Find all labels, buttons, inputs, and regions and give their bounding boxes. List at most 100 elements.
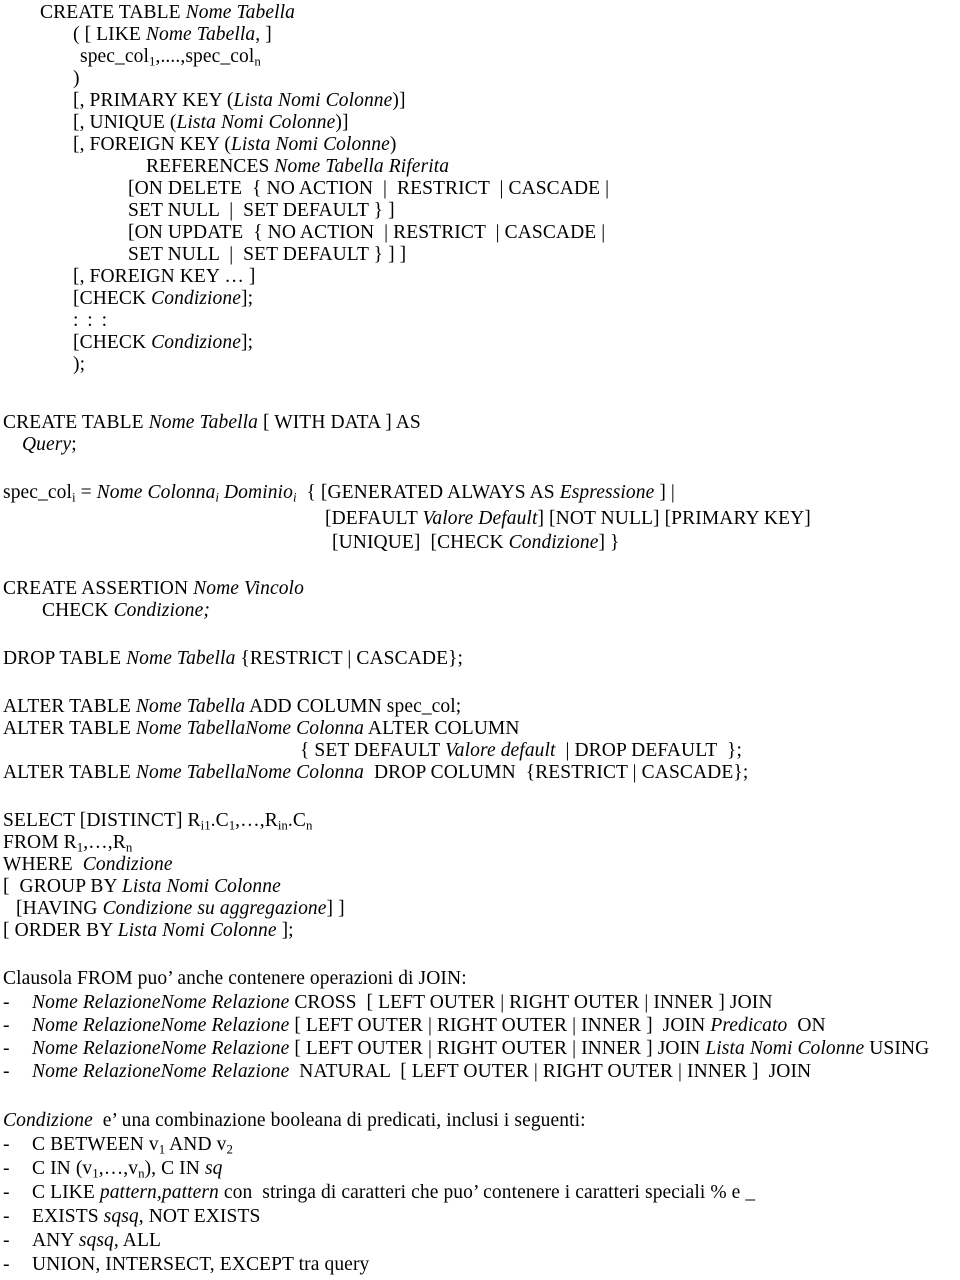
metavariable: Nome Relazione	[32, 1061, 161, 1082]
syntax-line-spec-col-2: [UNIQUE] [CHECK Condizione] }	[332, 532, 620, 555]
syntax-line-create-table-7: REFERENCES Nome Tabella Riferita	[146, 156, 449, 179]
syntax-keyword: WHERE	[3, 854, 83, 875]
syntax-keyword: =	[75, 482, 97, 503]
syntax-line-select-5: [ ORDER BY Lista Nomi Colonne ];	[3, 920, 294, 943]
intro-text: Clausola FROM puo’ anche contenere opera…	[3, 968, 467, 989]
syntax-keyword: ADD COLUMN spec_col;	[245, 696, 462, 717]
syntax-keyword: ];	[241, 288, 254, 309]
syntax-line-spec-col-0: spec_coli = Nome Colonnai Dominioi { [GE…	[3, 482, 675, 509]
syntax-keyword: [, PRIMARY KEY (	[73, 90, 234, 111]
metavariable: Valore default	[444, 740, 556, 761]
metavariable: Nome Relazione	[160, 1061, 290, 1082]
syntax-keyword: CROSS [ LEFT OUTER | RIGHT OUTER | INNER…	[289, 992, 778, 1013]
list-bullet-joins-1: -	[3, 1015, 10, 1036]
metavariable: Nome Tabella Riferita	[274, 156, 450, 177]
intro-text: e’ una combinazione booleana di predicat…	[92, 1110, 586, 1131]
section-intro-joins: Clausola FROM puo’ anche contenere opera…	[3, 968, 467, 991]
syntax-keyword: [UNIQUE] [CHECK	[332, 532, 509, 553]
list-bullet-condizione-2: -	[3, 1182, 10, 1203]
syntax-keyword: )	[73, 68, 80, 89]
metavariable: Condizione	[151, 332, 242, 353]
syntax-line-create-table-as-0: CREATE TABLE Nome Tabella [ WITH DATA ] …	[3, 412, 421, 435]
metavariable: Nome Tabella	[185, 2, 296, 23]
syntax-keyword: spec_col	[80, 46, 150, 67]
syntax-keyword: .C	[287, 810, 306, 831]
metavariable: Dominio	[219, 482, 293, 503]
syntax-keyword: ON	[787, 1015, 831, 1036]
document-page: CREATE TABLE Nome Tabella( [ LIKE Nome T…	[0, 0, 960, 1280]
syntax-keyword: .C	[210, 810, 229, 831]
syntax-keyword: C IN (v	[32, 1158, 93, 1179]
syntax-keyword: ALTER TABLE	[3, 696, 136, 717]
syntax-keyword: C LIKE	[32, 1182, 100, 1203]
syntax-keyword: { SET DEFAULT	[300, 740, 445, 761]
syntax-keyword: ,…,v	[98, 1158, 139, 1179]
syntax-keyword: [CHECK	[73, 288, 152, 309]
syntax-keyword: [, UNIQUE (	[73, 112, 177, 133]
syntax-keyword: NATURAL [ LEFT OUTER | RIGHT OUTER | INN…	[289, 1061, 817, 1082]
subscript: i1	[200, 818, 211, 833]
metavariable: Nome Relazione	[160, 1038, 290, 1059]
list-bullet-condizione-4: -	[3, 1230, 10, 1251]
syntax-line-alter-table-3: ALTER TABLE Nome TabellaNome Colonna DRO…	[3, 762, 748, 785]
metavariable: Condizione	[508, 532, 599, 553]
syntax-keyword: [ LEFT OUTER | RIGHT OUTER | INNER ] JOI…	[289, 1038, 706, 1059]
metavariable: Nome Tabella	[135, 762, 246, 783]
syntax-keyword: ALTER TABLE	[3, 718, 136, 739]
syntax-keyword: ,…,R	[235, 810, 278, 831]
metavariable: Nome Colonna	[96, 482, 216, 503]
syntax-keyword: )	[389, 134, 397, 155]
metavariable: sq	[78, 1230, 97, 1251]
metavariable: Nome Relazione	[160, 992, 290, 1013]
metavariable: Nome Relazione	[32, 1015, 161, 1036]
syntax-keyword: ;	[71, 434, 77, 455]
syntax-keyword: [, FOREIGN KEY (	[73, 134, 231, 155]
list-item-joins-3: Nome RelazioneNome Relazione NATURAL [ L…	[32, 1061, 816, 1084]
list-bullet-joins-0: -	[3, 992, 10, 1013]
syntax-keyword: )]	[335, 112, 349, 133]
syntax-line-create-table-14: : : :	[73, 310, 109, 333]
metavariable: sq	[121, 1206, 139, 1227]
syntax-keyword: );	[73, 354, 86, 375]
syntax-line-create-table-11: SET NULL | SET DEFAULT } ] ]	[128, 244, 406, 267]
syntax-line-create-table-4: [, PRIMARY KEY (Lista Nomi Colonne)]	[73, 90, 406, 113]
syntax-line-create-table-9: SET NULL | SET DEFAULT } ]	[128, 200, 395, 223]
syntax-keyword: ( [ LIKE	[73, 24, 146, 45]
syntax-line-select-3: [ GROUP BY Lista Nomi Colonne	[3, 876, 281, 899]
syntax-keyword: ] ]	[326, 898, 345, 919]
syntax-line-create-table-8: [ON DELETE { NO ACTION | RESTRICT | CASC…	[128, 178, 609, 201]
syntax-keyword: CREATE TABLE	[3, 412, 149, 433]
metavariable: Condizione	[151, 288, 242, 309]
metavariable: Espressione	[559, 482, 655, 503]
syntax-keyword: [ON DELETE { NO ACTION | RESTRICT | CASC…	[128, 178, 610, 199]
syntax-keyword: CREATE ASSERTION	[3, 578, 194, 599]
metavariable: Condizione;	[113, 600, 211, 621]
subscript: 2	[226, 1142, 233, 1157]
syntax-line-select-4: [HAVING Condizione su aggregazione] ]	[16, 898, 345, 921]
metavariable: Lista Nomi Colonne	[117, 920, 277, 941]
list-bullet-joins-3: -	[3, 1061, 10, 1082]
syntax-keyword: )]	[392, 90, 406, 111]
list-bullet-condizione-5: -	[3, 1254, 10, 1275]
metavariable: Lista Nomi Colonne	[705, 1038, 865, 1059]
syntax-keyword: ];	[241, 332, 254, 353]
list-item-condizione-4: ANY sqsq, ALL	[32, 1230, 165, 1253]
metavariable: Lista Nomi Colonne	[230, 134, 390, 155]
syntax-keyword: , ALL	[113, 1230, 166, 1251]
syntax-line-create-assertion-0: CREATE ASSERTION Nome Vincolo	[3, 578, 304, 601]
syntax-line-select-2: WHERE Condizione	[3, 854, 173, 877]
syntax-keyword: CHECK	[42, 600, 114, 621]
syntax-keyword: CREATE TABLE	[40, 2, 186, 23]
metavariable: Condizione	[82, 854, 173, 875]
syntax-keyword: REFERENCES	[146, 156, 275, 177]
syntax-keyword: spec_col	[3, 482, 73, 503]
syntax-keyword: [ON UPDATE { NO ACTION | RESTRICT | CASC…	[128, 222, 606, 243]
list-item-joins-1: Nome RelazioneNome Relazione [ LEFT OUTE…	[32, 1015, 831, 1038]
syntax-line-create-table-5: [, UNIQUE (Lista Nomi Colonne)]	[73, 112, 349, 135]
syntax-line-create-table-2: spec_col1,....,spec_coln	[80, 46, 261, 73]
metavariable: Nome Tabella	[145, 24, 256, 45]
syntax-keyword: [ WITH DATA ] AS	[258, 412, 421, 433]
syntax-keyword: [ GROUP BY	[3, 876, 122, 897]
syntax-keyword: | DROP DEFAULT };	[555, 740, 743, 761]
subscript: in	[277, 818, 288, 833]
